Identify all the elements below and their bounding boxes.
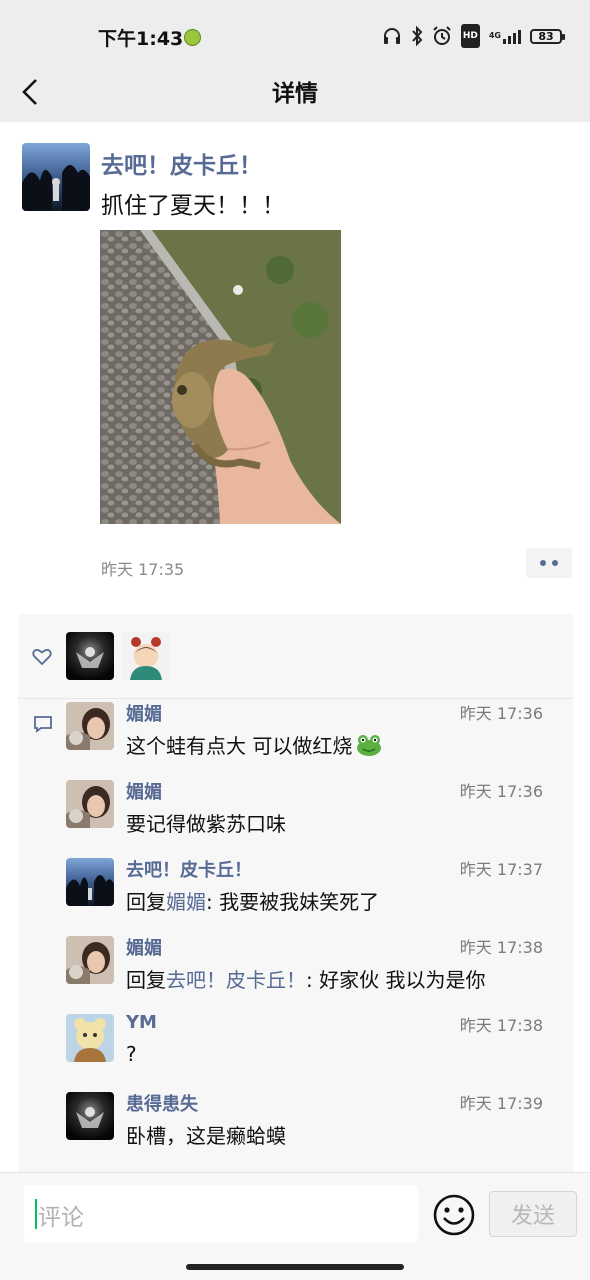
- headphones-icon: [382, 26, 402, 46]
- comment-item[interactable]: 媚媚 昨天 17:36 要记得做紫苏口味: [66, 780, 566, 858]
- comment-item[interactable]: 患得患失 昨天 17:39 卧槽，这是癞蛤蟆: [66, 1092, 566, 1170]
- alarm-icon: [432, 26, 452, 46]
- comment-placeholder: 评论: [38, 1205, 84, 1231]
- commenter-avatar[interactable]: [66, 1092, 114, 1140]
- comment-text: 卧槽，这是癞蛤蟆: [126, 1124, 286, 1148]
- commenter-name[interactable]: 媚媚: [126, 778, 162, 804]
- more-actions-button[interactable]: [526, 548, 572, 578]
- commenter-avatar[interactable]: [66, 936, 114, 984]
- comment-text: 要记得做紫苏口味: [126, 812, 286, 836]
- post-author-name[interactable]: 去吧！皮卡丘！: [101, 146, 262, 180]
- commenter-avatar[interactable]: [66, 858, 114, 906]
- hd-icon: HD: [460, 24, 480, 48]
- status-icons: HD 4G 83: [382, 24, 565, 48]
- comment-time: 昨天 17:38: [459, 1016, 543, 1035]
- emoji-button[interactable]: [432, 1193, 476, 1237]
- like-avatar-2[interactable]: [122, 632, 170, 680]
- comment-time: 昨天 17:36: [459, 704, 543, 723]
- reply-target[interactable]: 媚媚: [166, 890, 206, 914]
- commenter-avatar[interactable]: [66, 1014, 114, 1062]
- nav-bar: 详情: [0, 62, 590, 122]
- smiley-icon: [433, 1194, 475, 1236]
- comment-time: 昨天 17:36: [459, 782, 543, 801]
- commenter-name[interactable]: 去吧！皮卡丘！: [126, 856, 252, 882]
- comment-item[interactable]: 媚媚 昨天 17:36 这个蛙有点大 可以做红烧: [66, 702, 566, 780]
- comment-input[interactable]: 评论: [24, 1185, 418, 1243]
- comment-text: 回复媚媚: 我要被我妹笑死了: [126, 890, 380, 914]
- text-caret: [35, 1199, 37, 1229]
- post-text: 抓住了夏天！！！: [101, 193, 285, 219]
- reply-target[interactable]: 去吧！皮卡丘！: [166, 968, 306, 992]
- page-title: 详情: [272, 81, 318, 107]
- frog-emoji-icon: [356, 734, 382, 761]
- comment-text: ?: [126, 1042, 137, 1066]
- likes-comments-panel: 媚媚 昨天 17:36 这个蛙有点大 可以做红烧 媚媚 昨天 17:36 要记得…: [18, 614, 573, 1174]
- comment-text: 回复去吧！皮卡丘！: 好家伙 我以为是你: [126, 968, 486, 992]
- comment-time: 昨天 17:39: [459, 1094, 543, 1113]
- like-avatar-1[interactable]: [66, 632, 114, 680]
- commenter-name[interactable]: YM: [126, 1012, 157, 1033]
- comment-item[interactable]: YM 昨天 17:38 ?: [66, 1012, 566, 1092]
- commenter-name[interactable]: 媚媚: [126, 700, 162, 726]
- comment-time: 昨天 17:37: [459, 860, 543, 879]
- app-notification-icon: [184, 29, 201, 46]
- commenter-avatar[interactable]: [66, 702, 114, 750]
- author-avatar[interactable]: [22, 143, 90, 211]
- commenter-name[interactable]: 媚媚: [126, 934, 162, 960]
- commenter-avatar[interactable]: [66, 780, 114, 828]
- post-photo[interactable]: [100, 230, 341, 524]
- signal-icon: 4G: [489, 26, 521, 46]
- comment-icon: [34, 716, 52, 733]
- home-indicator: [0, 1258, 590, 1280]
- network-type: 4G: [488, 31, 501, 40]
- comment-input-bar: 评论 发送: [0, 1172, 590, 1259]
- comment-time: 昨天 17:38: [459, 938, 543, 957]
- commenter-name[interactable]: 患得患失: [126, 1090, 198, 1116]
- post-timestamp: 昨天 17:35: [101, 560, 185, 579]
- likes-row: [18, 614, 573, 699]
- comment-item[interactable]: 去吧！皮卡丘！ 昨天 17:37 回复媚媚: 我要被我妹笑死了: [66, 858, 566, 936]
- comment-item[interactable]: 媚媚 昨天 17:38 回复去吧！皮卡丘！: 好家伙 我以为是你: [66, 936, 566, 1014]
- status-time: 下午1:43: [98, 28, 184, 50]
- heart-icon: [32, 649, 52, 666]
- send-button[interactable]: 发送: [489, 1191, 577, 1237]
- comment-text: 这个蛙有点大 可以做红烧: [126, 730, 382, 761]
- bluetooth-icon: [411, 26, 423, 46]
- battery-icon: 83: [530, 28, 565, 44]
